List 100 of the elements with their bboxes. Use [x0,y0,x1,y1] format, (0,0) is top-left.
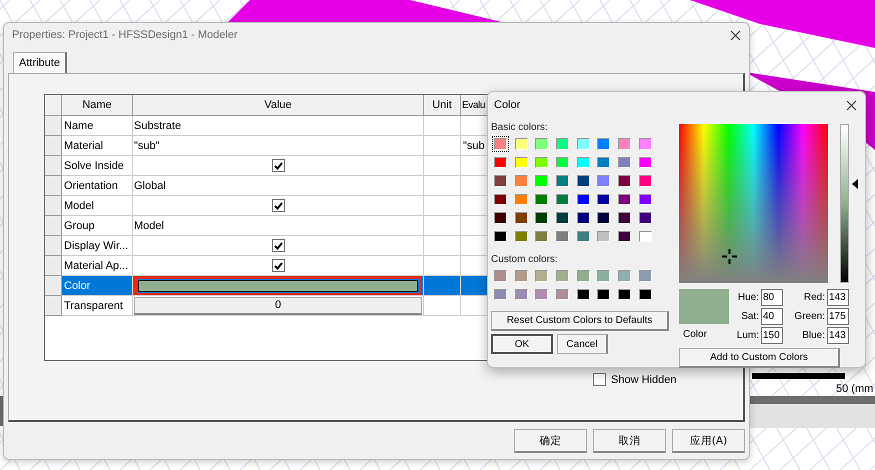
reset-button[interactable]: Reset Custom Colors to Defaults [491,311,669,331]
checkbox[interactable] [272,199,284,212]
color-swatch[interactable] [554,154,572,170]
color-swatch[interactable] [595,268,612,284]
add-button[interactable]: Add to Custom Colors [679,348,840,368]
color-spectrum[interactable] [679,124,828,283]
color-swatch[interactable] [512,268,530,284]
checkbox[interactable] [272,239,284,252]
input-field[interactable]: 80 [761,289,783,306]
color-swatch[interactable] [492,136,509,152]
dialog-button[interactable]: 取消 [593,429,666,453]
color-swatch[interactable] [574,268,592,284]
color-swatch[interactable] [533,192,550,207]
color-swatch[interactable] [595,154,612,170]
color-swatch[interactable] [574,136,592,152]
color-swatch[interactable] [512,286,530,302]
color-swatch[interactable] [554,286,572,302]
color-swatch[interactable] [616,192,634,207]
color-swatch[interactable] [492,154,509,170]
color-swatch[interactable] [616,268,634,284]
color-swatch[interactable] [574,210,592,226]
dialog-button[interactable]: 应用(A) [672,429,745,453]
color-swatch[interactable] [595,136,612,152]
luminance-bar[interactable] [840,124,849,283]
color-swatch[interactable] [574,286,592,302]
value-button[interactable]: 0 [134,296,422,314]
color-swatch[interactable] [554,173,572,188]
color-swatch[interactable] [512,192,530,207]
color-swatch[interactable] [636,173,654,188]
color-swatch[interactable] [554,192,572,207]
checkbox[interactable] [272,259,284,272]
tab[interactable]: Attribute [13,52,67,73]
slider-arrow[interactable] [852,179,858,189]
color-swatch[interactable] [554,268,572,284]
checkbox[interactable] [272,159,284,172]
ok-button[interactable]: OK [491,334,553,354]
color-swatch[interactable] [595,192,612,207]
color-swatch[interactable] [533,154,550,170]
field-label: Lum: [736,330,760,341]
color-swatch[interactable] [595,286,612,302]
color-swatch[interactable] [616,136,634,152]
cancel-button[interactable]: Cancel [557,334,608,354]
input-field[interactable]: 143 [827,327,849,344]
row-header [45,176,62,196]
color-swatch[interactable] [595,173,612,188]
color-swatch[interactable] [533,136,550,152]
checkbox[interactable] [593,373,606,386]
color-swatch[interactable] [512,210,530,226]
property-value: Model [134,220,164,232]
color-swatch[interactable] [616,173,634,188]
color-swatch[interactable] [492,210,509,226]
color-swatch[interactable] [636,228,654,244]
color-swatch[interactable] [636,136,654,152]
property-name: Model [62,196,133,216]
color-swatch[interactable] [595,228,612,244]
input-field[interactable]: 40 [761,308,783,325]
close-icon[interactable] [846,100,857,110]
color-swatch[interactable] [512,173,530,188]
crosshair-icon [722,249,737,264]
preview-label: Color [683,329,708,340]
field-label: Sat: [740,311,760,322]
input-field[interactable]: 175 [827,308,849,325]
color-swatch[interactable] [533,228,550,244]
color-swatch[interactable] [533,173,550,188]
color-swatch[interactable] [574,192,592,207]
color-swatch[interactable] [492,268,509,284]
color-swatch[interactable] [554,136,572,152]
row-header [45,236,62,256]
color-swatch[interactable] [636,210,654,226]
color-swatch[interactable] [533,268,550,284]
color-swatch[interactable] [492,228,509,244]
color-swatch[interactable] [492,173,509,188]
color-swatch[interactable] [554,228,572,244]
color-swatch[interactable] [512,154,530,170]
color-swatch[interactable] [512,136,530,152]
window-title: Color [494,99,520,111]
color-swatch[interactable] [616,210,634,226]
input-field[interactable]: 143 [827,289,849,306]
color-swatch[interactable] [616,286,634,302]
color-swatch[interactable] [574,228,592,244]
color-swatch[interactable] [636,286,654,302]
dialog-button[interactable]: 确定 [514,429,587,453]
color-swatch[interactable] [595,210,612,226]
property-name: Transparent [62,296,133,316]
close-icon[interactable] [730,30,741,40]
color-swatch[interactable] [492,192,509,207]
color-swatch[interactable] [636,192,654,207]
color-swatch[interactable] [138,280,418,292]
color-swatch[interactable] [574,154,592,170]
color-swatch[interactable] [554,210,572,226]
color-swatch[interactable] [492,286,509,302]
color-swatch[interactable] [616,154,634,170]
color-swatch[interactable] [616,228,634,244]
color-swatch[interactable] [574,173,592,188]
color-swatch[interactable] [636,154,654,170]
input-field[interactable]: 150 [761,327,783,344]
color-swatch[interactable] [533,286,550,302]
color-swatch[interactable] [533,210,550,226]
color-swatch[interactable] [636,268,654,284]
color-swatch[interactable] [512,228,530,244]
